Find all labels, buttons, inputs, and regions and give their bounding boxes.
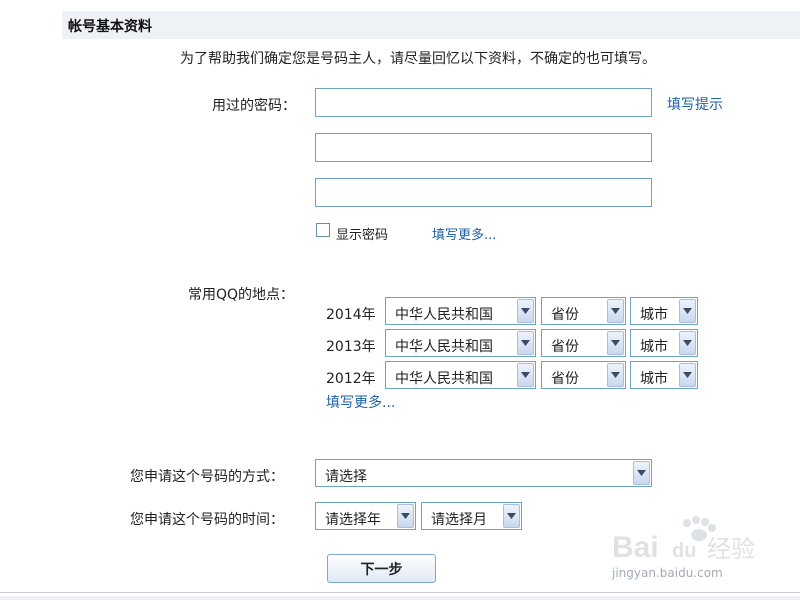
intro-text: 为了帮助我们确定您是号码主人，请尽量回忆以下资料，不确定的也可填写。 bbox=[180, 51, 656, 67]
chevron-down-icon bbox=[517, 331, 534, 355]
password-more-link[interactable]: 填写更多... bbox=[432, 224, 496, 243]
location-more-link[interactable]: 填写更多... bbox=[326, 392, 395, 412]
svg-text:Bai: Bai bbox=[612, 531, 659, 564]
select-value: 省份 bbox=[551, 307, 579, 323]
city-select-2014[interactable]: 城市 bbox=[630, 297, 698, 325]
select-value: 中华人民共和国 bbox=[395, 339, 493, 355]
chevron-down-icon bbox=[607, 363, 624, 387]
svg-text:经验: 经验 bbox=[707, 535, 755, 563]
password-input-1[interactable] bbox=[315, 88, 652, 117]
section-title: 帐号基本资料 bbox=[68, 19, 152, 35]
year-select[interactable]: 请选择年 bbox=[315, 502, 416, 530]
select-value: 省份 bbox=[551, 371, 579, 387]
select-value: 中华人民共和国 bbox=[395, 307, 493, 323]
city-select-2013[interactable]: 城市 bbox=[630, 329, 698, 357]
country-select-2012[interactable]: 中华人民共和国 bbox=[385, 361, 536, 389]
show-password-label: 显示密码 bbox=[336, 228, 389, 243]
chevron-down-icon bbox=[679, 331, 696, 355]
chevron-down-icon bbox=[397, 504, 414, 528]
province-select-2013[interactable]: 省份 bbox=[541, 329, 626, 357]
country-select-2014[interactable]: 中华人民共和国 bbox=[385, 297, 536, 325]
page-footer-band bbox=[0, 596, 800, 600]
city-select-2012[interactable]: 城市 bbox=[630, 361, 698, 389]
select-value: 请选择 bbox=[325, 469, 367, 485]
select-value: 请选择年 bbox=[325, 512, 381, 528]
password-input-2[interactable] bbox=[315, 133, 652, 162]
select-value: 城市 bbox=[640, 307, 668, 323]
select-value: 省份 bbox=[551, 339, 579, 355]
select-value: 城市 bbox=[640, 371, 668, 387]
province-select-2014[interactable]: 省份 bbox=[541, 297, 626, 325]
next-step-button[interactable]: 下一步 bbox=[327, 554, 436, 583]
chevron-down-icon bbox=[679, 299, 696, 323]
chevron-down-icon bbox=[503, 504, 520, 528]
time-label: 您申请这个号码的时间： bbox=[130, 512, 284, 528]
country-select-2013[interactable]: 中华人民共和国 bbox=[385, 329, 536, 357]
password-input-3[interactable] bbox=[315, 178, 652, 207]
chevron-down-icon bbox=[517, 299, 534, 323]
location-year-2012: 2012年 bbox=[326, 371, 376, 387]
chevron-down-icon bbox=[679, 363, 696, 387]
fill-hint-link[interactable]: 填写提示 bbox=[667, 94, 723, 114]
page-divider bbox=[0, 592, 800, 593]
watermark-url: jingyan.baidu.com bbox=[612, 566, 723, 580]
chevron-down-icon bbox=[517, 363, 534, 387]
section-header: 帐号基本资料 bbox=[62, 11, 800, 39]
month-select[interactable]: 请选择月 bbox=[421, 502, 522, 530]
select-value: 请选择月 bbox=[431, 512, 487, 528]
location-year-2014: 2014年 bbox=[326, 307, 376, 323]
select-value: 城市 bbox=[640, 339, 668, 355]
chevron-down-icon bbox=[607, 331, 624, 355]
show-password-checkbox[interactable] bbox=[316, 223, 330, 237]
location-year-2013: 2013年 bbox=[326, 339, 376, 355]
method-select[interactable]: 请选择 bbox=[315, 459, 652, 487]
chevron-down-icon bbox=[633, 461, 650, 485]
svg-text:du: du bbox=[672, 540, 696, 562]
method-label: 您申请这个号码的方式： bbox=[130, 469, 284, 485]
chevron-down-icon bbox=[607, 299, 624, 323]
password-label: 用过的密码： bbox=[212, 98, 296, 114]
location-label: 常用QQ的地点： bbox=[188, 287, 295, 303]
select-value: 中华人民共和国 bbox=[395, 371, 493, 387]
province-select-2012[interactable]: 省份 bbox=[541, 361, 626, 389]
